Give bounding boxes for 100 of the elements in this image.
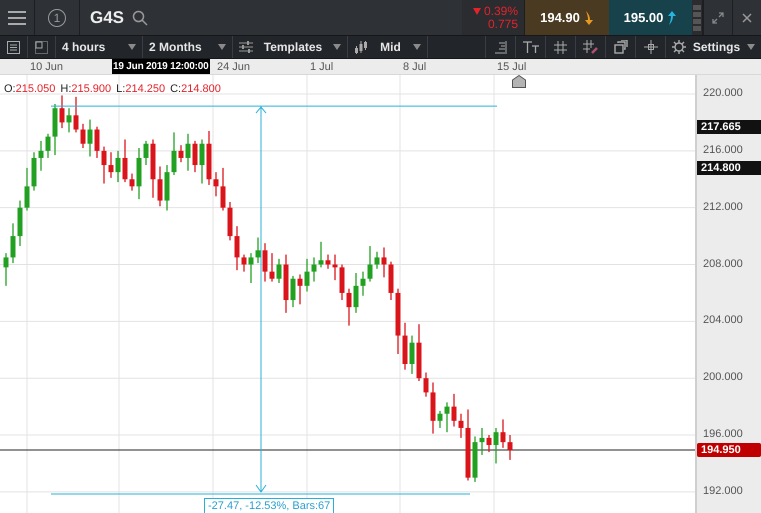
candle [466, 409, 470, 480]
date-label: 1 Jul [310, 61, 334, 73]
candle [116, 150, 120, 182]
candle [486, 435, 492, 452]
candle [270, 253, 274, 282]
candle [32, 152, 36, 191]
candle [38, 140, 44, 171]
text-size-icon [522, 41, 538, 53]
candle [368, 246, 372, 282]
candle [402, 322, 408, 370]
ohlc-value: O:215.050 [4, 83, 56, 95]
range-dropdown[interactable]: 2 Months [143, 36, 233, 58]
candle [318, 242, 324, 268]
candle [192, 140, 198, 172]
grid-pen-icon [583, 40, 598, 54]
candle [220, 168, 226, 211]
candle [472, 436, 478, 482]
candle [18, 200, 22, 246]
change-points: 0.775 [488, 18, 518, 30]
candle [178, 145, 184, 162]
menu-icon[interactable] [8, 10, 26, 24]
candle [340, 264, 344, 300]
ohlc-value: L:214.250 [116, 83, 166, 95]
candle [430, 382, 436, 434]
candle [214, 172, 218, 196]
candle [242, 254, 246, 272]
candle [452, 394, 456, 427]
candle [256, 238, 260, 264]
settings-dropdown[interactable]: Settings [666, 36, 761, 58]
templates-dropdown[interactable]: Templates [233, 36, 348, 58]
double-arrow[interactable] [256, 106, 266, 493]
candle [150, 139, 156, 198]
price-marker-label: 217.665 [697, 120, 761, 134]
candle [88, 120, 92, 157]
candle [396, 288, 400, 354]
sliders-icon [239, 41, 253, 53]
candle [500, 419, 506, 448]
crosshair-date: 19 Jun 2019 12:00:00 [112, 59, 210, 74]
candle [80, 124, 86, 148]
candle [444, 402, 450, 432]
candle [276, 258, 282, 283]
candle [60, 95, 64, 128]
candle [4, 253, 8, 286]
price-tick: 208.000 [703, 258, 743, 270]
candle [262, 243, 268, 282]
candle [66, 108, 72, 132]
candle [374, 252, 380, 269]
candle [144, 140, 148, 166]
candle [94, 126, 100, 158]
candle [298, 274, 302, 304]
interval-dropdown[interactable]: 4 hours [56, 36, 143, 58]
grid-icon [554, 40, 567, 54]
change-percent: 0.39% [484, 4, 518, 18]
price-tick: 204.000 [703, 314, 743, 326]
ohlc-value: C:214.800 [170, 83, 221, 95]
candle [382, 247, 386, 278]
candle [52, 104, 58, 156]
caret-icon [128, 44, 136, 50]
candle [388, 262, 394, 300]
candle [290, 276, 296, 308]
sell-price-button[interactable]: 194.90 [525, 0, 609, 35]
candle [228, 202, 232, 240]
buy-price-button[interactable]: 195.00 [609, 0, 692, 35]
price-tick: 200.000 [703, 371, 743, 384]
candle [410, 336, 414, 374]
crosshair-icon [644, 40, 658, 54]
candle [130, 174, 134, 191]
candle [10, 223, 16, 264]
price-type-dropdown[interactable]: Mid [348, 36, 428, 58]
expand-icon [712, 12, 724, 24]
date-label: 10 Jun [30, 61, 64, 73]
candle [136, 148, 142, 200]
candle [304, 258, 310, 292]
align-right-icon [494, 40, 506, 54]
grip-icon[interactable] [693, 2, 701, 32]
candle [312, 257, 316, 282]
candle [458, 414, 464, 438]
candle [172, 132, 176, 175]
candle [186, 134, 190, 171]
caret-icon [333, 44, 341, 50]
candles-icon [354, 40, 368, 54]
candle [424, 372, 428, 397]
candle [354, 273, 358, 313]
price-tick: 220.000 [703, 87, 743, 99]
candle [122, 139, 128, 182]
instrument-number[interactable]: 1 [48, 8, 66, 26]
price-tick: 192.000 [703, 484, 743, 497]
candle [360, 272, 366, 296]
candle [248, 253, 254, 283]
candle [74, 96, 78, 132]
candle [480, 428, 484, 455]
price-tick: 196.000 [703, 428, 743, 440]
caret-icon [218, 44, 226, 50]
caret-icon [747, 44, 755, 50]
candle [200, 139, 204, 184]
candle [164, 165, 170, 211]
candle [234, 226, 240, 270]
date-label: 8 Jul [403, 61, 426, 73]
search-icon[interactable] [132, 10, 148, 26]
up-arrow-icon [668, 10, 678, 24]
